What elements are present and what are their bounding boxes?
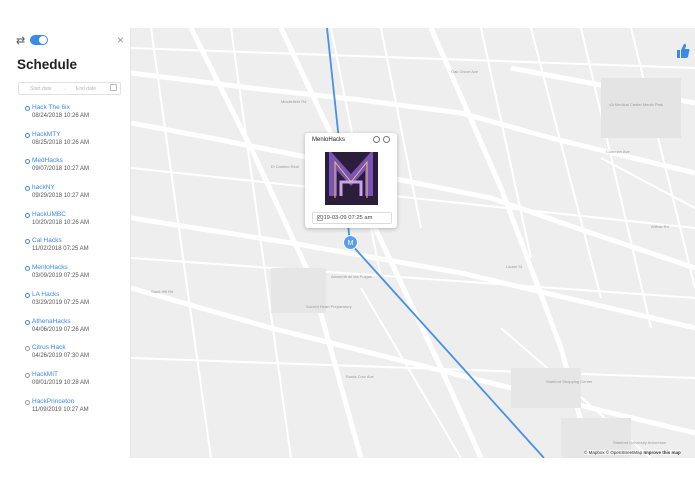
map-label-oak-grove: Oak Grove Ave <box>451 69 479 74</box>
map-label-sacred-heart: Sacred Heart Preparatory <box>306 304 352 309</box>
map-canvas[interactable]: Middlefield Rd El Camino Real Laurel St … <box>131 28 695 458</box>
event-date: 08/24/2018 10:26 AM <box>32 113 90 119</box>
map-label-coleman: Coleman Ave <box>606 149 630 154</box>
start-date-input[interactable]: Start date <box>30 86 52 92</box>
event-list-item[interactable]: HackUMBC 10/20/2018 10:26 AM <box>24 211 128 238</box>
event-date: 10/20/2018 10:26 AM <box>32 219 90 226</box>
map-label-arboretum: Stanford University Arboretum <box>613 440 667 445</box>
el-camino-real <box>131 120 695 271</box>
event-date: 03/29/2019 07:25 AM <box>32 299 90 306</box>
map-label-va-medical: VA Medical Center Menlo Park <box>609 102 663 107</box>
date-range-separator: → <box>62 86 67 92</box>
event-dot-icon <box>25 346 30 352</box>
event-name[interactable]: HackMIT <box>32 371 58 378</box>
thumbs-up-icon[interactable] <box>676 42 690 60</box>
visibility-toggle[interactable] <box>30 35 48 45</box>
map-label-santa-cruz: Santa Cruz Ave <box>346 374 374 379</box>
popup-title: MenloHacks <box>312 137 346 143</box>
event-date: 09/29/2018 10:27 AM <box>32 193 90 200</box>
event-dot-icon <box>25 319 30 325</box>
event-date: 03/09/2019 07:25 AM <box>32 273 90 280</box>
map-label-willow: Willow Rd <box>651 224 669 229</box>
event-list-item[interactable]: MedHacks 09/07/2018 10:27 AM <box>24 157 128 184</box>
map-label-shopping-center: Stanford Shopping Center <box>546 379 593 384</box>
va-medical-center-area <box>601 78 681 138</box>
event-dot-icon <box>25 159 30 165</box>
event-name[interactable]: hackNY <box>32 184 55 191</box>
event-logo <box>325 152 378 205</box>
toggle-knob <box>39 36 47 44</box>
event-name[interactable]: MenloHacks <box>32 264 68 271</box>
event-dot-icon <box>25 266 30 272</box>
event-date: 09/07/2018 10:27 AM <box>32 166 90 173</box>
swap-icon[interactable]: ⇄ <box>16 34 25 48</box>
event-dot-icon <box>25 372 30 378</box>
event-popup[interactable]: MenloHacks 2019-03-09 07:25 am <box>305 133 397 228</box>
event-name[interactable]: Cal Hacks <box>32 237 62 244</box>
event-list-item[interactable]: Citrus Hack 04/26/2019 07:30 AM <box>24 344 128 371</box>
event-dot-icon <box>25 106 30 111</box>
event-date: 08/25/2018 10:26 AM <box>32 139 90 146</box>
toggle-icon[interactable] <box>373 136 380 143</box>
map-label-laurel: Laurel St <box>506 264 523 269</box>
sidebar-toolbar: ⇄ × <box>14 33 126 48</box>
calendar-icon <box>110 84 117 91</box>
event-date: 11/09/2019 10:27 AM <box>32 406 89 413</box>
event-name[interactable]: Citrus Hack <box>32 344 66 351</box>
calendar-icon <box>317 215 323 221</box>
event-name[interactable]: LA Hacks <box>32 291 59 298</box>
event-dot-icon <box>25 292 30 298</box>
menlohacks-logo-icon <box>325 152 378 205</box>
schedule-sidebar: ⇄ × Schedule Start date → End date Hack … <box>0 28 131 458</box>
event-date: 09/01/2019 10:28 AM <box>32 379 90 386</box>
event-list-item[interactable]: AthenaHacks 04/06/2019 07:26 AM <box>24 318 128 345</box>
event-date: 11/02/2018 07:25 AM <box>32 246 89 253</box>
event-name[interactable]: MedHacks <box>32 157 63 164</box>
end-date-input[interactable]: End date <box>76 86 96 92</box>
event-list-item[interactable]: HackMTY 08/25/2018 10:26 AM <box>24 131 128 158</box>
event-name[interactable]: Hack The 6ix <box>32 104 70 111</box>
map-label-middlefield: Middlefield Rd <box>281 99 306 104</box>
map-attribution: © Mapbox © OpenStreetMap Improve this ma… <box>584 450 681 455</box>
event-date: 04/26/2019 07:30 AM <box>32 353 90 360</box>
event-list-item[interactable]: MenloHacks 03/09/2019 07:25 AM <box>24 264 128 291</box>
attribution-text[interactable]: © Mapbox © OpenStreetMap <box>584 450 642 455</box>
event-list-item[interactable]: HackPrinceton 11/09/2019 10:27 AM <box>24 398 128 425</box>
event-dot-icon <box>25 212 30 218</box>
globe-icon[interactable] <box>383 136 390 143</box>
event-list-item[interactable]: hackNY 09/29/2018 10:27 AM <box>24 184 128 211</box>
event-dot-icon <box>25 132 30 138</box>
map-marker[interactable]: M <box>343 235 358 250</box>
event-list-item[interactable]: Hack The 6ix 08/24/2018 10:26 AM <box>24 104 128 131</box>
popup-datetime: 2019-03-09 07:25 am <box>317 215 373 221</box>
event-list-item[interactable]: HackMIT 09/01/2019 10:28 AM <box>24 371 128 398</box>
date-range-picker[interactable]: Start date → End date <box>18 82 121 95</box>
event-name[interactable]: HackUMBC <box>32 211 66 218</box>
event-dot-icon <box>25 186 30 192</box>
close-icon[interactable]: × <box>117 33 124 47</box>
event-list: Hack The 6ix 08/24/2018 10:26 AM HackMTY 08… <box>24 104 128 424</box>
event-dot-icon <box>25 399 30 405</box>
shopping-center-area <box>511 368 581 408</box>
map-label-sand-hill: Sand Hill Rd <box>151 289 173 294</box>
map-label-el-camino: El Camino Real <box>271 164 299 169</box>
event-list-item[interactable]: Cal Hacks 11/02/2018 07:25 AM <box>24 237 128 264</box>
event-name[interactable]: AthenaHacks <box>32 318 71 325</box>
page-title: Schedule <box>17 57 78 72</box>
improve-map-link[interactable]: Improve this map <box>643 450 680 455</box>
laurel-street <box>278 28 484 458</box>
map-streets: Middlefield Rd El Camino Real Laurel St … <box>131 28 695 458</box>
event-date: 04/06/2019 07:26 AM <box>32 326 90 333</box>
event-list-item[interactable]: LA Hacks 03/29/2019 07:25 AM <box>24 291 128 318</box>
event-name[interactable]: HackPrinceton <box>32 398 74 405</box>
event-name[interactable]: HackMTY <box>32 131 61 138</box>
popup-datetime-field[interactable]: 2019-03-09 07:25 am <box>312 212 392 224</box>
event-dot-icon <box>25 239 30 245</box>
map-label-alameda: Alameda de las Pulgas <box>331 274 372 279</box>
